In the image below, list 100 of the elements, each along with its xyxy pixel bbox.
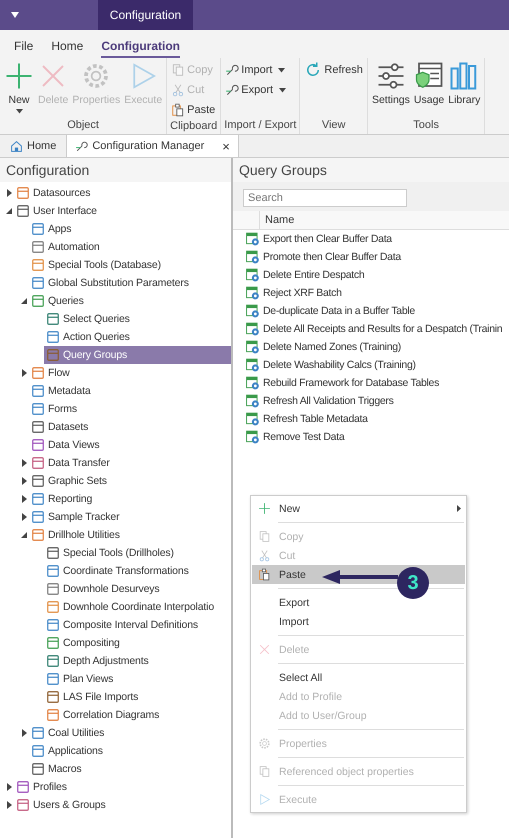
page-icon [31, 420, 45, 434]
expand-arrow-icon[interactable] [22, 729, 26, 737]
expand-arrow-icon[interactable] [22, 369, 26, 377]
tree-item[interactable]: Special Tools (Drillholes) [44, 544, 231, 562]
page-icon [31, 510, 45, 524]
group-label: Tools [412, 119, 440, 133]
list-row[interactable]: Refresh Table Metadata [233, 410, 509, 428]
page-icon [31, 402, 45, 416]
expand-arrow-icon[interactable] [22, 477, 26, 485]
collapse-arrow-icon[interactable] [21, 298, 27, 304]
page-icon [31, 222, 45, 236]
tree-item[interactable]: Graphic Sets [29, 472, 231, 490]
page-icon [31, 744, 45, 758]
ribbon-button[interactable]: Settings [370, 60, 411, 119]
tree-item[interactable]: Plan Views [44, 670, 231, 688]
tree-item[interactable]: Coordinate Transformations [44, 562, 231, 580]
caret-icon [16, 109, 22, 114]
expand-arrow-icon[interactable] [6, 801, 12, 809]
tree-item[interactable]: User Interface [14, 202, 231, 220]
menu-item[interactable]: Import [252, 612, 465, 631]
tree-item[interactable]: Query Groups [44, 346, 231, 364]
tree-item[interactable]: Macros [29, 760, 231, 778]
tree-item[interactable]: Select Queries [44, 310, 231, 328]
expand-arrow-icon[interactable] [22, 459, 26, 467]
panel-title: Query Groups [233, 158, 509, 182]
window-shield-icon [414, 61, 444, 91]
tree-item[interactable]: Reporting [29, 490, 231, 508]
column-title: Name [264, 213, 296, 228]
ribbon-button[interactable]: Import [224, 60, 296, 80]
tree-item[interactable]: LAS File Imports [44, 688, 231, 706]
document-tab[interactable]: Home [2, 135, 64, 157]
list-row[interactable]: Promote then Clear Buffer Data [233, 248, 509, 266]
tree-item[interactable]: Apps [29, 220, 231, 238]
collapse-arrow-icon[interactable] [6, 208, 12, 214]
page-icon [31, 276, 45, 290]
tree-item[interactable]: Flow [29, 364, 231, 382]
page-icon [46, 330, 60, 344]
tree-item[interactable]: Datasources [14, 184, 231, 202]
tree-item[interactable]: Action Queries [44, 328, 231, 346]
tree-item[interactable]: Global Substitution Parameters [29, 274, 231, 292]
menu-caret-icon[interactable] [11, 12, 19, 18]
tree-item[interactable]: Queries [29, 292, 231, 310]
menu-tab[interactable]: File [14, 35, 34, 58]
submenu-arrow-icon [457, 505, 461, 512]
ribbon-button[interactable]: Refresh [303, 60, 364, 80]
expand-arrow-icon[interactable] [6, 783, 12, 791]
tree-item[interactable]: Sample Tracker [29, 508, 231, 526]
page-icon [31, 294, 45, 308]
books-icon [449, 61, 480, 91]
tree-item[interactable]: Downhole Coordinate Interpolatio [44, 598, 231, 616]
expand-arrow-icon[interactable] [22, 495, 26, 503]
expand-arrow-icon[interactable] [6, 189, 12, 197]
tree-item[interactable]: Datasets [29, 418, 231, 436]
list-row[interactable]: Delete Entire Despatch [233, 266, 509, 284]
ribbon-button[interactable]: Export [224, 80, 296, 100]
list-row[interactable]: Export then Clear Buffer Data [233, 230, 509, 248]
list-row[interactable]: Remove Test Data [233, 428, 509, 446]
page-icon [31, 366, 45, 380]
close-button[interactable]: × [222, 138, 230, 154]
copy-icon [258, 530, 271, 543]
list-row[interactable]: Delete All Receipts and Results for a Despatch (Trainin [233, 320, 509, 338]
tree-item[interactable]: Applications [29, 742, 231, 760]
search-field[interactable]: Search [243, 189, 407, 207]
list-row[interactable]: Delete Named Zones (Training) [233, 338, 509, 356]
tree-item[interactable]: Composite Interval Definitions [44, 616, 231, 634]
group-label: Object [66, 119, 100, 133]
tree-item[interactable]: Correlation Diagrams [44, 706, 231, 724]
list-row[interactable]: Refresh All Validation Triggers [233, 392, 509, 410]
ribbon-button[interactable]: Usage [412, 60, 446, 119]
tree-item[interactable]: Downhole Desurveys [44, 580, 231, 598]
tree-item[interactable]: Forms [29, 400, 231, 418]
menu-item[interactable]: New [252, 499, 465, 518]
tree-item[interactable]: Coal Utilities [29, 724, 231, 742]
expand-arrow-icon[interactable] [22, 513, 26, 521]
ribbon-button[interactable]: Paste [170, 100, 218, 120]
ribbon-button[interactable]: Library [447, 60, 482, 119]
list-row[interactable]: Delete Washability Calcs (Training) [233, 356, 509, 374]
menu-tab[interactable]: Home [51, 35, 84, 58]
tree-item[interactable]: Compositing [44, 634, 231, 652]
tree-item[interactable]: Automation [29, 238, 231, 256]
document-tab[interactable]: Configuration Manager × [66, 134, 239, 157]
page-icon [31, 528, 45, 542]
tree-item[interactable]: Users & Groups [14, 796, 231, 814]
page-icon [46, 582, 60, 596]
tree-item[interactable]: Profiles [14, 778, 231, 796]
list-row[interactable]: Rebuild Framework for Database Tables [233, 374, 509, 392]
list-row[interactable]: Reject XRF Batch [233, 284, 509, 302]
page-icon [31, 726, 45, 740]
menu-item[interactable]: Select All [252, 668, 465, 687]
tree-item[interactable]: Drillhole Utilities [29, 526, 231, 544]
tree-item[interactable]: Metadata [29, 382, 231, 400]
tree-item[interactable]: Data Views [29, 436, 231, 454]
tree-item[interactable]: Data Transfer [29, 454, 231, 472]
collapse-arrow-icon[interactable] [21, 532, 27, 538]
table-gear-icon [246, 358, 260, 372]
tree-item[interactable]: Depth Adjustments [44, 652, 231, 670]
context-tab[interactable]: Configuration [98, 0, 193, 30]
list-row[interactable]: De-duplicate Data in a Buffer Table [233, 302, 509, 320]
tree-item[interactable]: Special Tools (Database) [29, 256, 231, 274]
ribbon-button[interactable]: New [3, 60, 35, 119]
